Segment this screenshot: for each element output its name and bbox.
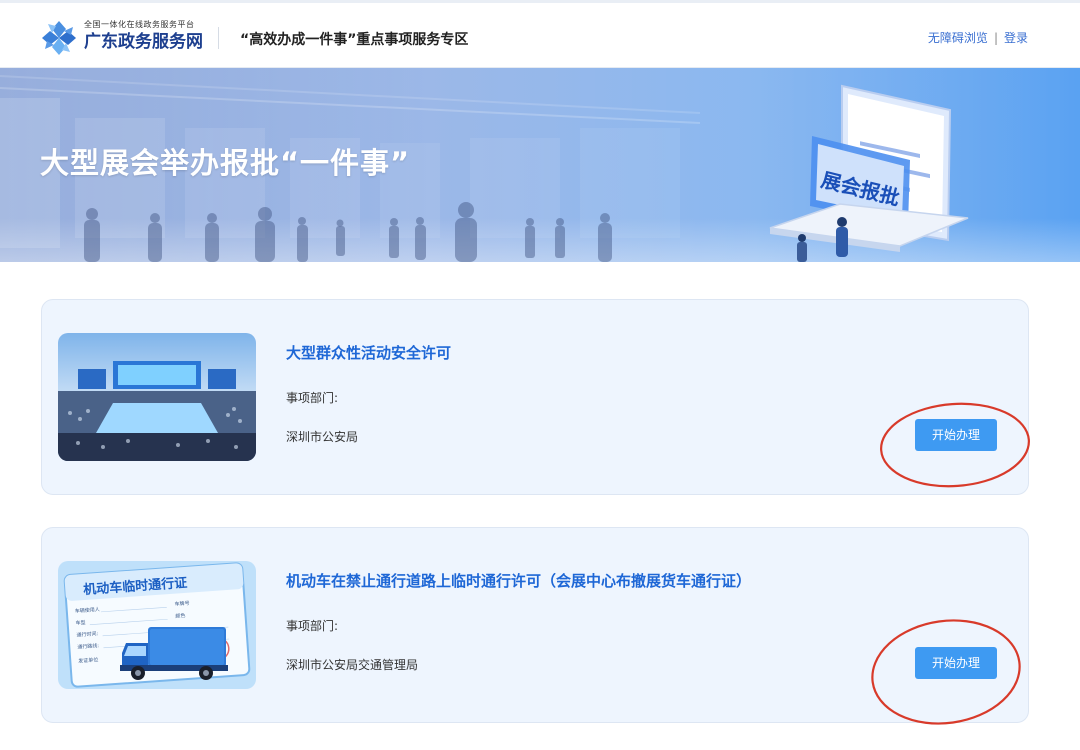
site-header: 全国一体化在线政务服务平台 广东政务服务网 “高效办成一件事”重点事项服务专区 … [0, 0, 1080, 68]
hero-banner: 大型展会举办报批“一件事” 展会报批 [0, 68, 1080, 262]
logo-text: 全国一体化在线政务服务平台 广东政务服务网 [84, 20, 203, 53]
permit-row-5: 发证单位 [78, 656, 98, 664]
logo-subtitle: 全国一体化在线政务服务平台 [84, 20, 195, 29]
vehicle-permit-thumbnail: 机动车临时通行证 车辆使用人 车牌号 车型 颜色 通行时间: 通行路线: 发证单… [58, 561, 256, 689]
item-title[interactable]: 大型群众性活动安全许可 [286, 342, 451, 363]
page-title: “高效办成一件事”重点事项服务专区 [240, 32, 469, 48]
department-name: 深圳市公安局 [286, 430, 359, 444]
department-label: 事项部门: [286, 391, 339, 405]
logo-icon[interactable] [40, 19, 78, 57]
laptop-illustration: 展会报批 [769, 84, 969, 262]
start-processing-button[interactable]: 开始办理 [915, 647, 997, 679]
header-link-separator: | [993, 31, 998, 45]
permit-row-2b: 颜色 [175, 612, 185, 620]
header-links: 无障碍浏览 | 登录 [928, 29, 1028, 46]
start-processing-button[interactable]: 开始办理 [915, 419, 997, 451]
department-label: 事项部门: [286, 619, 339, 633]
accessible-browsing-link[interactable]: 无障碍浏览 [928, 31, 988, 45]
department-name: 深圳市公安局交通管理局 [286, 658, 419, 672]
banner-title: 大型展会举办报批“一件事” [40, 146, 411, 180]
stadium-event-thumbnail [58, 333, 256, 461]
service-card: 大型群众性活动安全许可 事项部门: 深圳市公安局 开始办理 [41, 299, 1029, 495]
header-divider [218, 27, 219, 49]
permit-row-2: 车型 [75, 619, 85, 627]
permit-row-1b: 车牌号 [174, 600, 189, 608]
logo-title: 广东政务服务网 [84, 32, 203, 52]
login-link[interactable]: 登录 [1004, 31, 1028, 45]
item-title[interactable]: 机动车在禁止通行道路上临时通行许可（会展中心布撤展货车通行证） [286, 570, 751, 591]
service-card: 机动车临时通行证 车辆使用人 车牌号 车型 颜色 通行时间: 通行路线: 发证单… [41, 527, 1029, 723]
